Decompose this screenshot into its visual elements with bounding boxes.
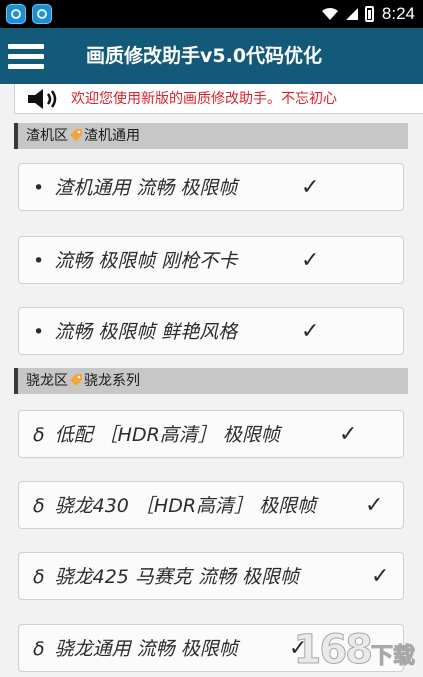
list-item[interactable]: δ 低配 ［HDR高清］ 极限帧 ✓	[18, 410, 404, 458]
item-label: 骁龙425 马赛克 流畅 极限帧	[54, 566, 300, 588]
watermark-text: 下载	[370, 644, 415, 670]
section-sublabel: 骁龙系列	[84, 373, 140, 389]
section-header-low-end: 渣机区 渣机通用	[14, 123, 408, 149]
list-item[interactable]: • 渣机通用 流畅 极限帧 ✓	[18, 163, 404, 211]
title-bar: 画质修改助手v5.0代码优化	[0, 28, 423, 84]
section-label: 渣机区	[26, 128, 68, 144]
notice-banner: 欢迎您使用新版的画质修改助手。不忘初心	[14, 84, 423, 114]
bullet-icon: •	[33, 177, 45, 199]
item-label: 流畅 极限帧 刚枪不卡	[54, 250, 238, 272]
section-sublabel: 渣机通用	[84, 128, 140, 144]
checkmark-icon: ✓	[365, 493, 384, 518]
item-label: 骁龙430 ［HDR高清］ 极限帧	[54, 495, 317, 517]
list-item[interactable]: δ 骁龙425 马赛克 流畅 极限帧 ✓	[18, 552, 404, 600]
delta-icon: δ	[33, 638, 45, 660]
list-item[interactable]: • 流畅 极限帧 刚枪不卡 ✓	[18, 236, 404, 284]
list-item[interactable]: δ 骁龙430 ［HDR高清］ 极限帧 ✓	[18, 481, 404, 529]
section-label: 骁龙区	[26, 373, 68, 389]
hamburger-menu-icon[interactable]	[8, 42, 44, 70]
page-title: 画质修改助手v5.0代码优化	[86, 45, 323, 67]
item-label: 骁龙通用 流畅 极限帧	[54, 638, 238, 660]
checkmark-icon: ✓	[301, 319, 320, 344]
notice-text: 欢迎您使用新版的画质修改助手。不忘初心	[71, 91, 337, 107]
item-label: 渣机通用 流畅 极限帧	[54, 177, 238, 199]
delta-icon: δ	[33, 495, 45, 517]
checkmark-icon: ✓	[301, 175, 320, 200]
watermark-logo: 168下载	[293, 627, 416, 674]
bullet-icon: •	[33, 250, 45, 272]
checkmark-icon: ✓	[339, 422, 358, 447]
tag-icon	[70, 374, 82, 386]
signal-icon	[345, 8, 358, 20]
checkmark-icon: ✓	[371, 564, 390, 589]
section-header-snapdragon: 骁龙区 骁龙系列	[14, 368, 408, 394]
list-item[interactable]: • 流畅 极限帧 鲜艳风格 ✓	[18, 307, 404, 355]
item-label: 流畅 极限帧 鲜艳风格	[54, 321, 238, 343]
watermark-number: 168	[293, 627, 373, 674]
battery-icon	[364, 6, 374, 22]
item-label: 低配 ［HDR高清］ 极限帧	[54, 424, 280, 446]
wifi-icon	[321, 7, 338, 20]
app-notification-icon	[6, 4, 26, 24]
bullet-icon: •	[33, 321, 45, 343]
delta-icon: δ	[33, 566, 45, 588]
speaker-icon	[28, 89, 57, 109]
delta-icon: δ	[33, 424, 45, 446]
tag-icon	[70, 129, 82, 141]
checkmark-icon: ✓	[301, 248, 320, 273]
status-time: 8:24	[381, 4, 415, 23]
status-bar: 8:24	[0, 0, 423, 28]
app-notification-icon	[32, 4, 52, 24]
